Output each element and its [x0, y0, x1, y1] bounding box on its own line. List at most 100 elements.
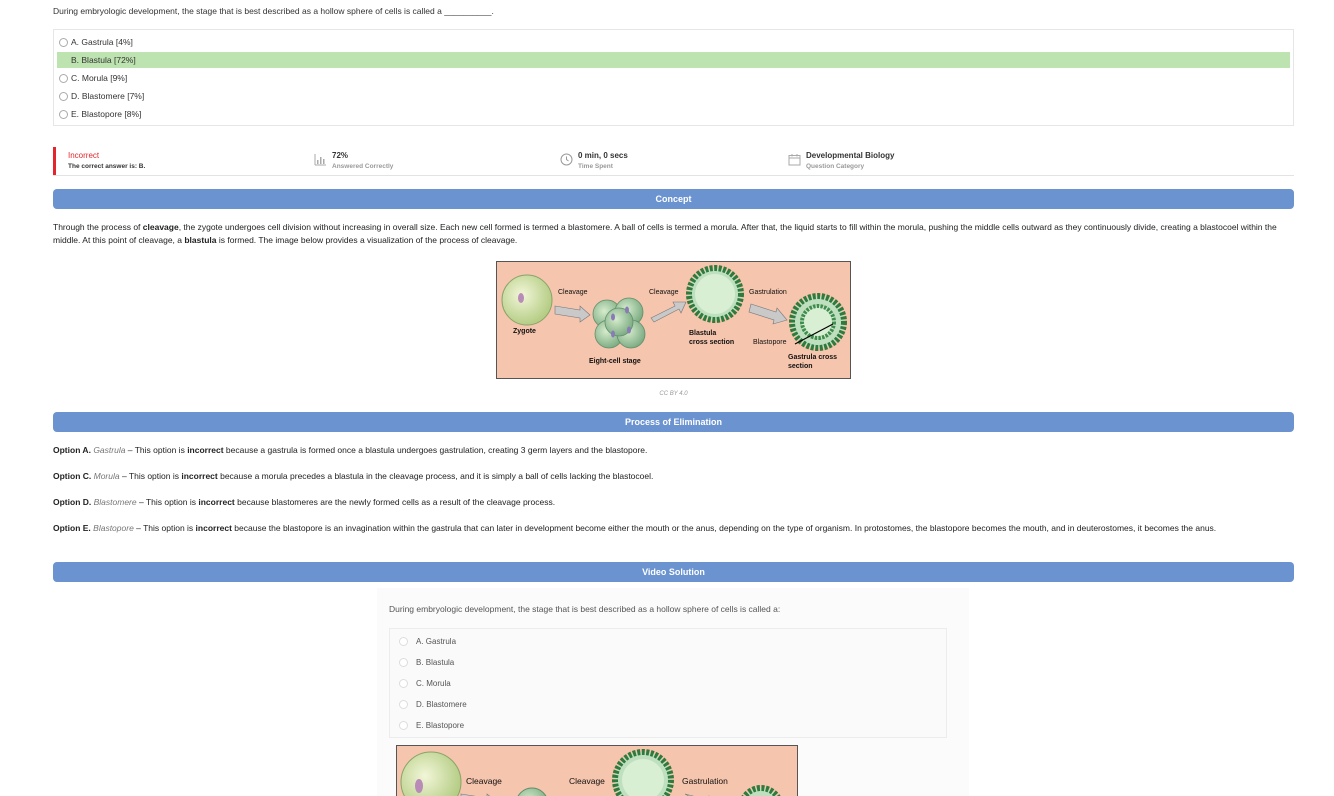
percent-caption: Answered Correctly	[332, 163, 394, 170]
option-label: Option A.	[53, 445, 91, 455]
incorrect-term: incorrect	[187, 445, 224, 455]
diagram-label-cleavage: Cleavage	[558, 289, 588, 296]
diagram-label-zygote: Zygote	[513, 328, 536, 335]
video-label-cleavage: Cleavage	[466, 776, 502, 786]
video-choice: D. Blastomere	[397, 698, 467, 710]
diagram-label-blastopore: Blastopore	[753, 339, 787, 346]
diagram-label-gastrula-section: section	[788, 363, 813, 370]
video-choice: B. Blastula	[397, 656, 454, 668]
choice-label: E. Blastopore [8%]	[71, 109, 142, 119]
concept-heading: Concept	[53, 189, 1294, 209]
option-name: Blastopore	[93, 523, 134, 533]
explanation-text: because the blastopore is an invaginatio…	[231, 523, 1217, 533]
incorrect-term: incorrect	[181, 471, 218, 481]
result-label: Incorrect	[68, 151, 100, 160]
time-value: 0 min, 0 secs	[578, 151, 628, 160]
time-stat: 0 min, 0 secs Time Spent	[560, 151, 628, 170]
radio-icon	[399, 720, 408, 730]
correct-answer-text: The correct answer is: B.	[68, 163, 146, 170]
option-label: Option C.	[53, 471, 92, 481]
diagram-label-blastula: Blastula	[689, 330, 717, 337]
video-choice-label: E. Blastopore	[416, 720, 465, 730]
category-caption: Question Category	[806, 163, 865, 170]
option-a-explanation: Option A. Gastrula – This option is inco…	[53, 444, 1294, 457]
video-choices: A. Gastrula B. Blastula C. Morula D. Bla…	[389, 628, 947, 738]
explanation-text: – This option is	[136, 497, 199, 507]
option-e-explanation: Option E. Blastopore – This option is in…	[53, 522, 1294, 535]
time-caption: Time Spent	[578, 163, 613, 170]
diagram-label-gastrula: Gastrula cross	[788, 354, 838, 361]
option-label: Option D.	[53, 497, 92, 507]
bar-chart-icon	[314, 154, 326, 166]
diagram-label-gastrulation: Gastrulation	[749, 289, 787, 296]
percent-stat: 72% Answered Correctly	[314, 151, 394, 170]
image-caption: CC BY 4.0	[659, 391, 688, 397]
cleavage-illustration	[501, 265, 847, 351]
concept-term: blastula	[184, 235, 217, 245]
category-value: Developmental Biology	[806, 151, 895, 160]
radio-icon	[399, 699, 408, 709]
radio-icon	[399, 657, 408, 667]
clock-icon	[560, 153, 573, 166]
video-label-gastrulation: Gastrulation	[682, 776, 728, 786]
choice-d[interactable]: D. Blastomere [7%]	[57, 88, 1290, 104]
video-choice-label: D. Blastomere	[416, 699, 467, 709]
option-label: Option E.	[53, 523, 91, 533]
choice-label: D. Blastomere [7%]	[71, 91, 145, 101]
explanation-text: because a gastrula is formed once a blas…	[223, 445, 648, 455]
radio-icon[interactable]	[59, 73, 68, 83]
concept-text: Through the process of	[53, 222, 143, 232]
option-d-explanation: Option D. Blastomere – This option is in…	[53, 496, 1294, 509]
video-question: During embryologic development, the stag…	[389, 604, 781, 614]
diagram-label-cleavage: Cleavage	[649, 289, 679, 296]
video-diagram: Cleavage Cleavage Gastrulation	[396, 745, 798, 796]
video-label-cleavage: Cleavage	[569, 776, 605, 786]
diagram-label-eight-cell: Eight-cell stage	[589, 358, 641, 365]
radio-icon	[399, 636, 408, 646]
cleavage-diagram: Zygote Cleavage Cleavage Gastrulation Ei…	[496, 261, 851, 379]
video-cleavage-illustration	[400, 749, 781, 796]
choice-e[interactable]: E. Blastopore [8%]	[57, 106, 1290, 122]
question-text: During embryologic development, the stag…	[53, 6, 494, 16]
option-name: Gastrula	[93, 445, 126, 455]
choice-label: B. Blastula [72%]	[71, 55, 136, 65]
explanation-text: – This option is	[119, 471, 182, 481]
concept-text: is formed. The image below provides a vi…	[216, 235, 518, 245]
choice-label: A. Gastrula [4%]	[71, 37, 133, 47]
incorrect-term: incorrect	[198, 497, 235, 507]
concept-term: cleavage	[142, 222, 179, 232]
explanation-text: because blastomeres are the newly formed…	[234, 497, 556, 507]
video-choice-label: A. Gastrula	[416, 636, 457, 646]
result-stat: Incorrect The correct answer is: B.	[68, 151, 145, 170]
radio-icon[interactable]	[59, 37, 68, 47]
incorrect-indicator	[53, 147, 56, 175]
choice-c[interactable]: C. Morula [9%]	[57, 70, 1290, 86]
option-c-explanation: Option C. Morula – This option is incorr…	[53, 470, 1294, 483]
calendar-icon	[788, 154, 801, 166]
video-choice: C. Morula	[397, 677, 451, 689]
radio-icon[interactable]	[59, 109, 68, 119]
video-player[interactable]: During embryologic development, the stag…	[377, 588, 969, 796]
video-heading: Video Solution	[53, 562, 1294, 582]
diagram-label-blastula-cross: cross section	[689, 339, 735, 346]
choice-b[interactable]: B. Blastula [72%]	[57, 52, 1290, 68]
concept-paragraph: Through the process of cleavage, the zyg…	[53, 221, 1294, 247]
explanation-text: – This option is	[125, 445, 188, 455]
radio-icon[interactable]	[59, 91, 68, 101]
incorrect-term: incorrect	[195, 523, 232, 533]
elimination-heading: Process of Elimination	[53, 412, 1294, 432]
choice-label: C. Morula [9%]	[71, 73, 128, 83]
explanation-text: because a morula precedes a blastula in …	[217, 471, 654, 481]
radio-icon	[399, 678, 408, 688]
percent-value: 72%	[332, 151, 349, 160]
answer-choices: A. Gastrula [4%] B. Blastula [72%] C. Mo…	[53, 29, 1294, 126]
choice-a[interactable]: A. Gastrula [4%]	[57, 34, 1290, 50]
video-choice-label: B. Blastula	[416, 657, 455, 667]
category-stat: Developmental Biology Question Category	[788, 151, 895, 170]
video-choice: E. Blastopore	[397, 719, 464, 731]
explanation-text: – This option is	[133, 523, 196, 533]
option-name: Morula	[93, 471, 120, 481]
result-stats: Incorrect The correct answer is: B. 72% …	[53, 146, 1294, 176]
video-choice: A. Gastrula	[397, 635, 456, 647]
video-choice-label: C. Morula	[416, 678, 451, 688]
